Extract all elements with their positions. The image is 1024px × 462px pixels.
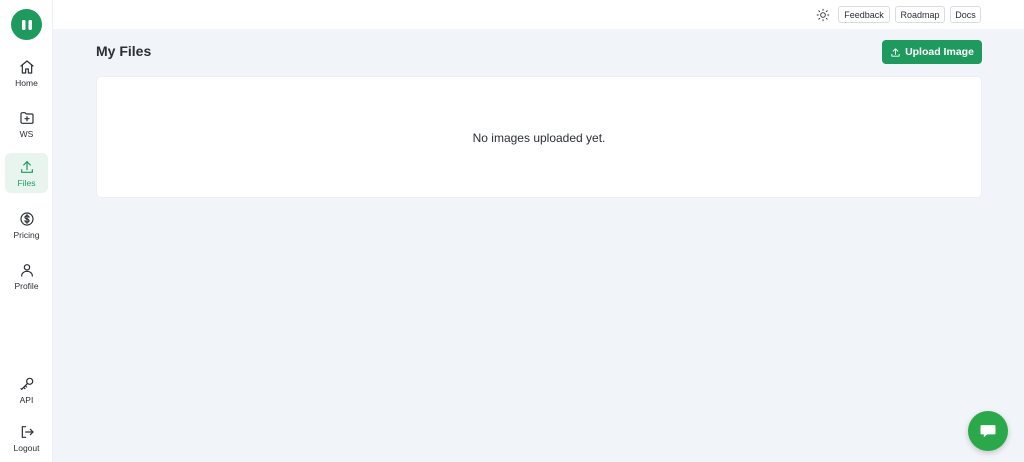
docs-button[interactable]: Docs	[950, 6, 981, 23]
key-icon	[19, 377, 33, 390]
sidebar-item-files[interactable]: Files	[5, 153, 48, 193]
upload-icon	[20, 160, 33, 173]
roadmap-button[interactable]: Roadmap	[895, 6, 945, 23]
page-title: My Files	[96, 43, 152, 59]
sidebar-item-profile[interactable]: Profile	[5, 256, 48, 296]
sidebar-item-label: Files	[17, 177, 36, 188]
sun-icon	[816, 8, 830, 22]
theme-toggle-button[interactable]	[816, 8, 830, 22]
home-icon	[19, 59, 34, 74]
sidebar-item-logout[interactable]: Logout	[5, 418, 48, 458]
upload-image-button[interactable]: Upload Image	[882, 40, 982, 64]
sidebar-item-label: Logout	[13, 442, 40, 453]
sidebar-item-ws[interactable]: WS	[5, 104, 48, 144]
user-icon	[20, 263, 33, 277]
empty-state-message: No images uploaded yet.	[472, 131, 606, 145]
chat-button[interactable]	[968, 411, 1008, 451]
files-panel: No images uploaded yet.	[96, 76, 982, 198]
sidebar-item-pricing[interactable]: Pricing	[5, 205, 48, 245]
sidebar-item-api[interactable]: API	[5, 370, 48, 410]
sidebar-item-label: Pricing	[13, 229, 40, 240]
sidebar: Home WS Files Pricing Profile API Logout	[0, 0, 53, 462]
folder-plus-icon	[19, 111, 34, 124]
dollar-icon	[19, 211, 34, 226]
sidebar-item-label: Profile	[14, 280, 39, 291]
sidebar-item-label: WS	[19, 128, 34, 139]
upload-icon	[891, 47, 900, 57]
upload-image-label: Upload Image	[905, 46, 974, 58]
logout-icon	[21, 425, 34, 438]
sidebar-item-home[interactable]: Home	[5, 53, 48, 93]
top-bar: Feedback Roadmap Docs	[53, 0, 1024, 29]
sidebar-item-label: API	[19, 394, 34, 405]
feedback-button[interactable]: Feedback	[838, 6, 890, 23]
logo-icon[interactable]	[11, 9, 42, 40]
sidebar-item-label: Home	[15, 77, 38, 88]
chat-icon	[980, 425, 996, 438]
